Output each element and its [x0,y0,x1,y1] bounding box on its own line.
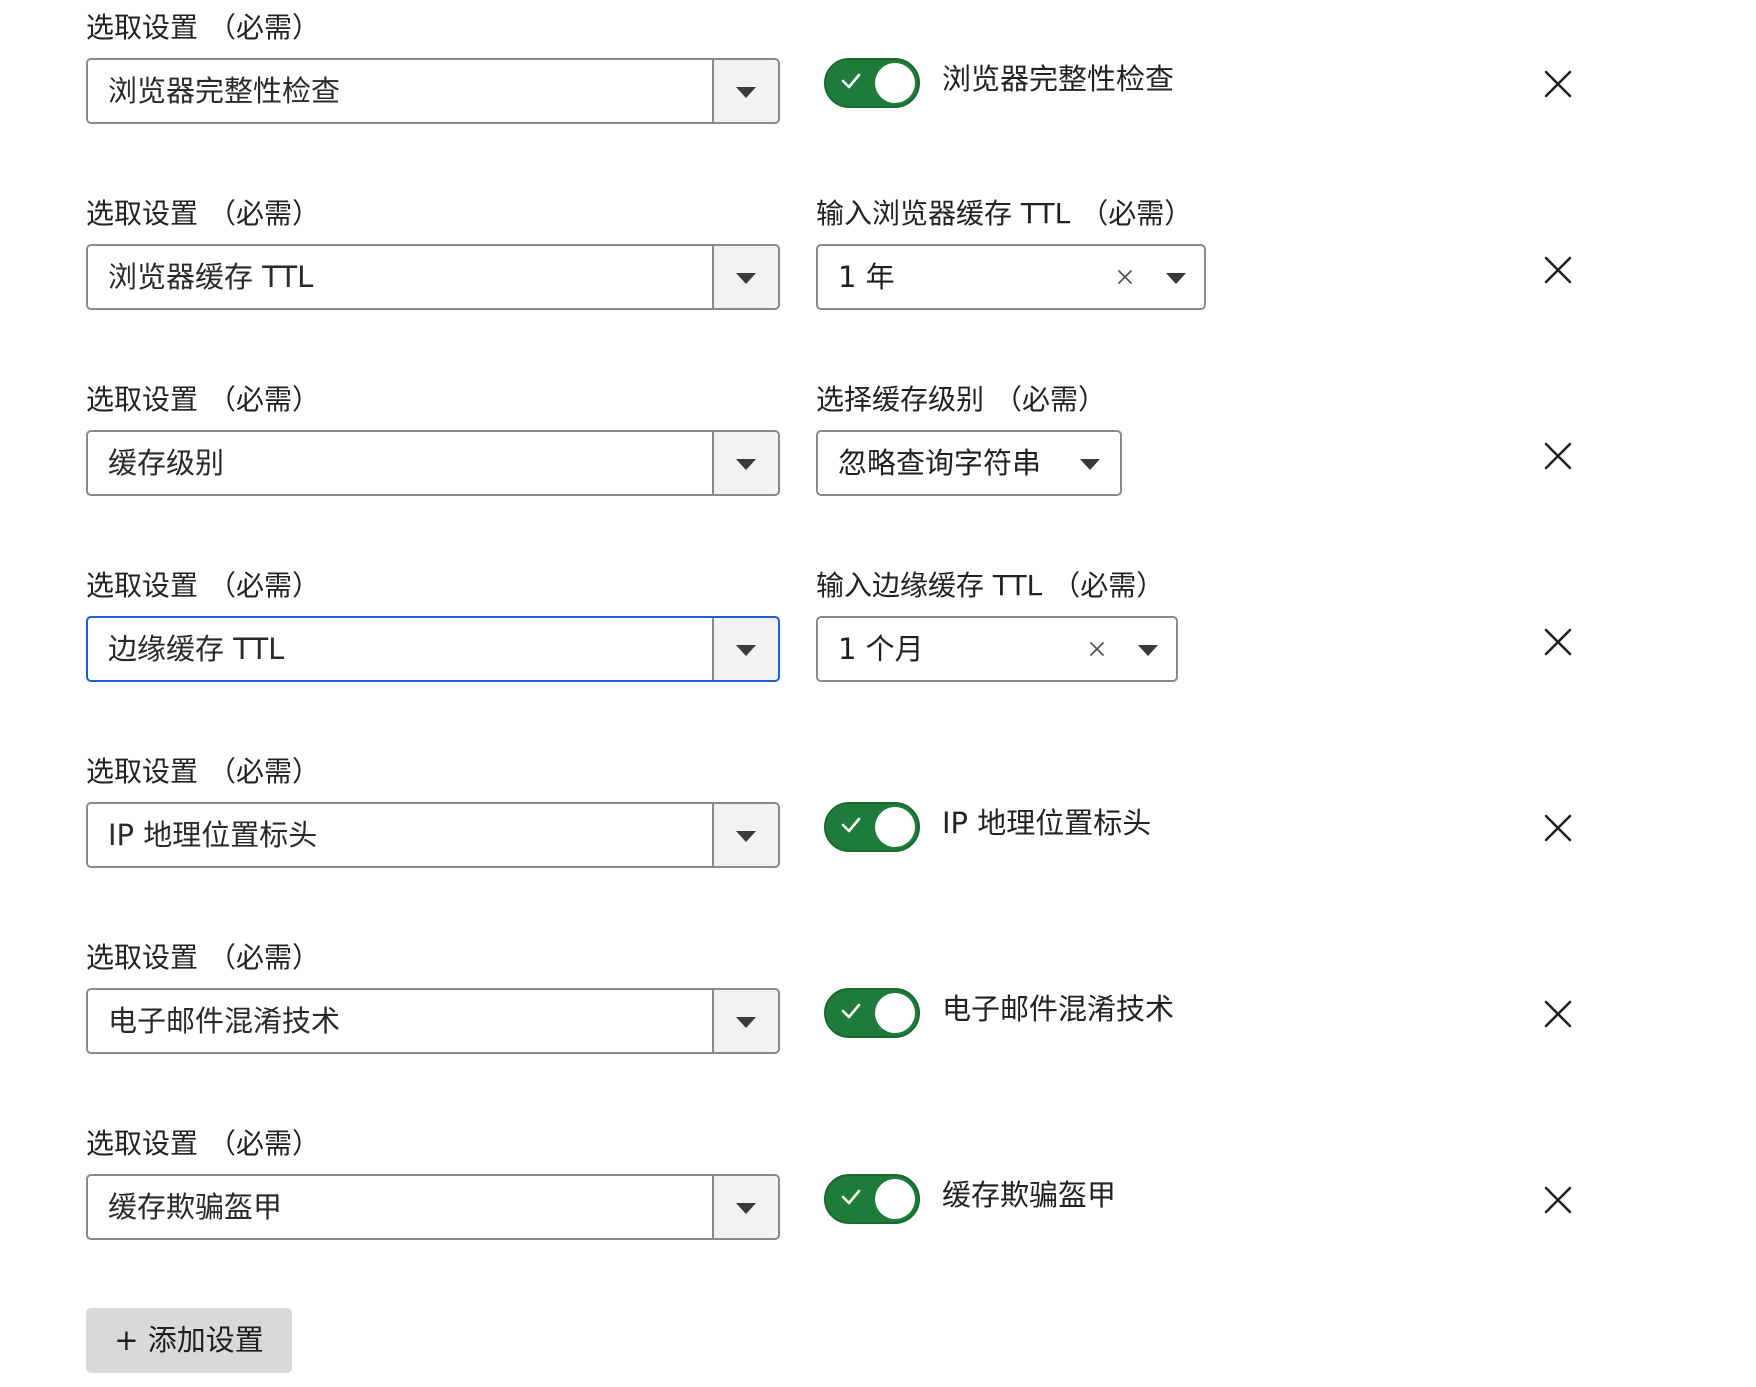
setting-select-label: 选取设置 （必需） [86,197,321,230]
setting-select[interactable]: 浏览器缓存 TTL [86,244,780,310]
toggle-knob [875,807,915,847]
setting-select[interactable]: 缓存级别 [86,430,780,496]
close-icon[interactable] [1538,1180,1578,1220]
ttl-select[interactable]: 1 个月 [816,616,1178,682]
clear-icon[interactable] [1114,266,1136,288]
check-icon [841,1189,861,1205]
setting-row: 选取设置 （必需） 浏览器完整性检查 浏览器完整性检查 [0,0,1756,160]
setting-select[interactable]: 电子邮件混淆技术 [86,988,780,1054]
setting-select-label: 选取设置 （必需） [86,569,321,602]
sub-select-label: 输入边缘缓存 TTL （必需） [816,569,1165,602]
setting-select[interactable]: 边缘缓存 TTL [86,616,780,682]
setting-select-label: 选取设置 （必需） [86,1127,321,1160]
setting-toggle[interactable] [824,1174,920,1224]
toggle-label: 浏览器完整性检查 [942,62,1175,96]
chevron-down-icon[interactable] [1166,273,1186,284]
setting-select-value: 浏览器完整性检查 [108,74,341,108]
sub-select-label: 选择缓存级别 （必需） [816,383,1107,416]
setting-row: 选取设置 （必需） 浏览器缓存 TTL 输入浏览器缓存 TTL （必需） 1 年 [0,186,1756,346]
chevron-down-icon [736,1203,756,1214]
setting-select-value: 缓存欺骗盔甲 [108,1190,283,1224]
dropdown-toggle[interactable] [712,246,778,308]
chevron-down-icon [736,87,756,98]
cache-level-select[interactable]: 忽略查询字符串 [816,430,1122,496]
check-icon [841,1003,861,1019]
close-icon[interactable] [1538,622,1578,662]
chevron-down-icon[interactable] [1138,645,1158,656]
close-icon[interactable] [1538,436,1578,476]
setting-row: 选取设置 （必需） 电子邮件混淆技术 电子邮件混淆技术 [0,930,1756,1090]
chevron-down-icon [736,459,756,470]
cache-level-value: 忽略查询字符串 [838,446,1042,480]
setting-select-label: 选取设置 （必需） [86,755,321,788]
close-icon[interactable] [1538,808,1578,848]
ttl-select-value: 1 年 [838,260,895,294]
dropdown-toggle[interactable] [712,1176,778,1238]
sub-select-label: 输入浏览器缓存 TTL （必需） [816,197,1193,230]
close-icon[interactable] [1538,64,1578,104]
setting-toggle[interactable] [824,988,920,1038]
close-icon[interactable] [1538,250,1578,290]
dropdown-toggle[interactable] [712,990,778,1052]
setting-row: 选取设置 （必需） 缓存欺骗盔甲 缓存欺骗盔甲 [0,1116,1756,1276]
setting-row: 选取设置 （必需） IP 地理位置标头 IP 地理位置标头 [0,744,1756,904]
setting-select-label: 选取设置 （必需） [86,383,321,416]
toggle-label: 缓存欺骗盔甲 [942,1178,1117,1212]
dropdown-toggle[interactable] [712,60,778,122]
chevron-down-icon [736,831,756,842]
ttl-select[interactable]: 1 年 [816,244,1206,310]
setting-select[interactable]: IP 地理位置标头 [86,802,780,868]
dropdown-toggle[interactable] [712,804,778,866]
clear-icon[interactable] [1086,638,1108,660]
setting-select[interactable]: 浏览器完整性检查 [86,58,780,124]
setting-select-value: 浏览器缓存 TTL [108,260,314,294]
setting-row: 选取设置 （必需） 边缘缓存 TTL 输入边缘缓存 TTL （必需） 1 个月 [0,558,1756,718]
add-setting-button[interactable]: + 添加设置 [86,1308,292,1373]
chevron-down-icon[interactable] [1080,459,1100,470]
setting-row: 选取设置 （必需） 缓存级别 选择缓存级别 （必需） 忽略查询字符串 [0,372,1756,532]
setting-toggle[interactable] [824,802,920,852]
setting-select-label: 选取设置 （必需） [86,941,321,974]
toggle-knob [875,1179,915,1219]
toggle-knob [875,993,915,1033]
dropdown-toggle[interactable] [712,432,778,494]
close-icon[interactable] [1538,994,1578,1034]
dropdown-toggle[interactable] [712,618,778,680]
ttl-select-value: 1 个月 [838,632,924,666]
setting-select-value: 电子邮件混淆技术 [108,1004,341,1038]
setting-select-value: 边缘缓存 TTL [108,632,285,666]
check-icon [841,817,861,833]
chevron-down-icon [736,273,756,284]
setting-select-label: 选取设置 （必需） [86,11,321,44]
chevron-down-icon [736,1017,756,1028]
check-icon [841,73,861,89]
setting-select-value: IP 地理位置标头 [108,818,318,852]
setting-select-value: 缓存级别 [108,446,225,480]
toggle-label: 电子邮件混淆技术 [942,992,1175,1026]
toggle-knob [875,63,915,103]
toggle-label: IP 地理位置标头 [942,806,1152,840]
setting-toggle[interactable] [824,58,920,108]
setting-select[interactable]: 缓存欺骗盔甲 [86,1174,780,1240]
chevron-down-icon [736,645,756,656]
